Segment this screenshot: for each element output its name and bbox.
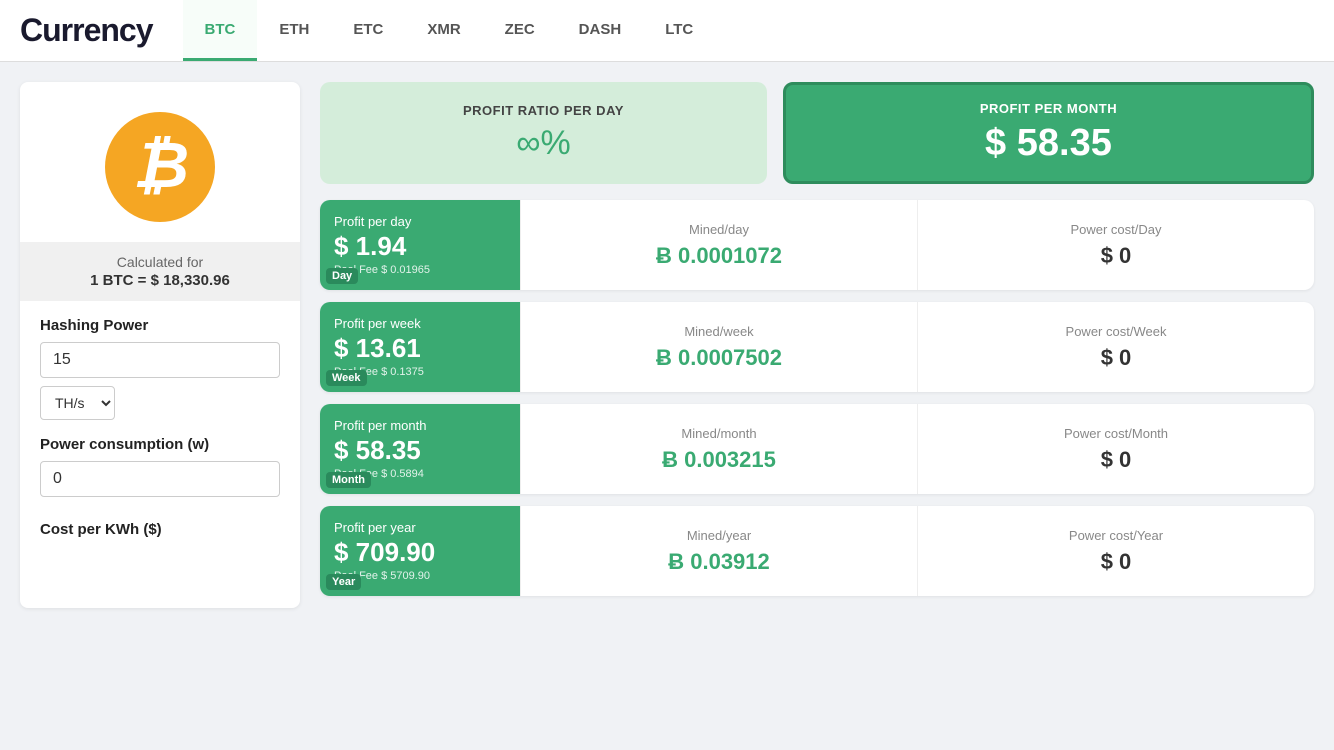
- row-mined-value-2: Ƀ 0.003215: [662, 447, 776, 473]
- power-consumption-input[interactable]: [40, 461, 280, 497]
- row-mined-cell-1: Mined/week Ƀ 0.0007502: [520, 302, 917, 392]
- row-left-week: Profit per week $ 13.61 Pool Fee $ 0.137…: [320, 302, 520, 392]
- power-consumption-section: Power consumption (w): [20, 420, 300, 505]
- row-power-label-0: Power cost/Day: [1070, 222, 1161, 237]
- row-profit-label-1: Profit per week: [334, 316, 506, 331]
- row-power-label-2: Power cost/Month: [1064, 426, 1168, 441]
- left-panel: ₿ Calculated for 1 BTC = $ 18,330.96 Has…: [20, 82, 300, 608]
- profit-month-value: $ 58.35: [985, 122, 1112, 165]
- hashing-power-section: Hashing Power TH/s GH/s MH/s: [20, 301, 300, 420]
- right-panel: PROFIT RATIO PER DAY ∞% PROFIT PER MONTH…: [320, 82, 1314, 608]
- row-power-label-1: Power cost/Week: [1066, 324, 1167, 339]
- row-mined-cell-2: Mined/month Ƀ 0.003215: [520, 404, 917, 494]
- btc-symbol: ₿: [133, 133, 187, 197]
- coin-icon-wrap: ₿: [20, 82, 300, 242]
- data-row-year: Profit per year $ 709.90 Pool Fee $ 5709…: [320, 506, 1314, 596]
- hashing-power-label: Hashing Power: [40, 317, 280, 334]
- hashing-power-input[interactable]: [40, 342, 280, 378]
- row-mined-cell-0: Mined/day Ƀ 0.0001072: [520, 200, 917, 290]
- row-badge-3: Year: [326, 574, 361, 590]
- data-row-month: Profit per month $ 58.35 Pool Fee $ 0.58…: [320, 404, 1314, 494]
- row-badge-2: Month: [326, 472, 371, 488]
- row-mined-label-1: Mined/week: [684, 324, 753, 339]
- brand-title: Currency: [20, 12, 153, 49]
- profit-month-card: PROFIT PER MONTH $ 58.35: [783, 82, 1314, 184]
- row-power-cell-3: Power cost/Year $ 0: [917, 506, 1314, 596]
- row-profit-value-3: $ 709.90: [334, 537, 506, 568]
- row-left-day: Profit per day $ 1.94 Pool Fee $ 0.01965…: [320, 200, 520, 290]
- nav-tab-dash[interactable]: DASH: [557, 0, 644, 61]
- row-profit-label-2: Profit per month: [334, 418, 506, 433]
- top-nav: Currency BTCETHETCXMRZECDASHLTC: [0, 0, 1334, 62]
- row-left-month: Profit per month $ 58.35 Pool Fee $ 0.58…: [320, 404, 520, 494]
- row-power-label-3: Power cost/Year: [1069, 528, 1163, 543]
- data-rows-container: Profit per day $ 1.94 Pool Fee $ 0.01965…: [320, 200, 1314, 596]
- power-consumption-label: Power consumption (w): [40, 436, 280, 453]
- row-mined-value-0: Ƀ 0.0001072: [656, 243, 782, 269]
- nav-tab-ltc[interactable]: LTC: [643, 0, 715, 61]
- row-mined-label-2: Mined/month: [681, 426, 756, 441]
- nav-tab-etc[interactable]: ETC: [331, 0, 405, 61]
- row-left-year: Profit per year $ 709.90 Pool Fee $ 5709…: [320, 506, 520, 596]
- row-mined-value-3: Ƀ 0.03912: [668, 549, 770, 575]
- row-profit-value-1: $ 13.61: [334, 333, 506, 364]
- row-power-value-1: $ 0: [1101, 345, 1132, 371]
- row-power-cell-1: Power cost/Week $ 0: [917, 302, 1314, 392]
- profit-ratio-card: PROFIT RATIO PER DAY ∞%: [320, 82, 767, 184]
- calc-value: 1 BTC = $ 18,330.96: [32, 272, 288, 289]
- row-mined-cell-3: Mined/year Ƀ 0.03912: [520, 506, 917, 596]
- row-power-value-3: $ 0: [1101, 549, 1132, 575]
- row-profit-label-0: Profit per day: [334, 214, 506, 229]
- row-right-year: Mined/year Ƀ 0.03912 Power cost/Year $ 0: [520, 506, 1314, 596]
- data-row-day: Profit per day $ 1.94 Pool Fee $ 0.01965…: [320, 200, 1314, 290]
- hashing-unit-select[interactable]: TH/s GH/s MH/s: [40, 386, 115, 420]
- row-profit-value-2: $ 58.35: [334, 435, 506, 466]
- row-mined-value-1: Ƀ 0.0007502: [656, 345, 782, 371]
- nav-tab-zec[interactable]: ZEC: [483, 0, 557, 61]
- row-power-cell-0: Power cost/Day $ 0: [917, 200, 1314, 290]
- data-row-week: Profit per week $ 13.61 Pool Fee $ 0.137…: [320, 302, 1314, 392]
- nav-tab-eth[interactable]: ETH: [257, 0, 331, 61]
- row-badge-1: Week: [326, 370, 367, 386]
- row-profit-value-0: $ 1.94: [334, 231, 506, 262]
- main-content: ₿ Calculated for 1 BTC = $ 18,330.96 Has…: [0, 62, 1334, 628]
- row-right-week: Mined/week Ƀ 0.0007502 Power cost/Week $…: [520, 302, 1314, 392]
- currency-tabs: BTCETHETCXMRZECDASHLTC: [183, 0, 716, 61]
- profit-ratio-value: ∞%: [516, 124, 570, 163]
- cost-per-kwh-label: Cost per KWh ($): [40, 521, 280, 538]
- top-cards: PROFIT RATIO PER DAY ∞% PROFIT PER MONTH…: [320, 82, 1314, 184]
- calc-label: Calculated for: [117, 254, 203, 270]
- row-right-day: Mined/day Ƀ 0.0001072 Power cost/Day $ 0: [520, 200, 1314, 290]
- calc-for-section: Calculated for 1 BTC = $ 18,330.96: [20, 242, 300, 301]
- cost-per-kwh-section: Cost per KWh ($): [20, 505, 300, 538]
- profit-month-title: PROFIT PER MONTH: [980, 101, 1117, 116]
- row-power-value-2: $ 0: [1101, 447, 1132, 473]
- btc-coin-circle: ₿: [105, 112, 215, 222]
- row-profit-label-3: Profit per year: [334, 520, 506, 535]
- row-power-value-0: $ 0: [1101, 243, 1132, 269]
- row-power-cell-2: Power cost/Month $ 0: [917, 404, 1314, 494]
- profit-ratio-title: PROFIT RATIO PER DAY: [463, 103, 624, 118]
- row-mined-label-0: Mined/day: [689, 222, 749, 237]
- row-right-month: Mined/month Ƀ 0.003215 Power cost/Month …: [520, 404, 1314, 494]
- row-mined-label-3: Mined/year: [687, 528, 751, 543]
- nav-tab-xmr[interactable]: XMR: [405, 0, 482, 61]
- nav-tab-btc[interactable]: BTC: [183, 0, 258, 61]
- row-badge-0: Day: [326, 268, 358, 284]
- row-pool-fee-0: Pool Fee $ 0.01965: [334, 264, 506, 276]
